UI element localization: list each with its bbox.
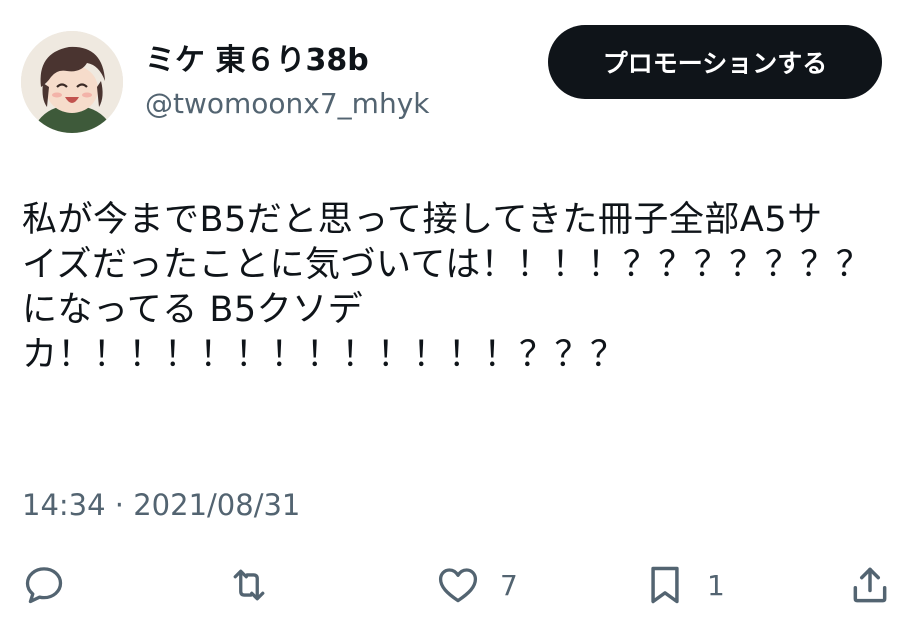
author-handle[interactable]: @twomoonx7_mhyk [145, 86, 429, 122]
author-display-name[interactable]: ミケ 東６り38b [145, 42, 369, 80]
heart-icon [438, 568, 478, 603]
tweet-text: 私が今までB5だと思って接してきた冊子全部A5サ イズだったことに気づいては！！… [22, 198, 902, 378]
tweet-text-line: になってる B5クソデ [22, 290, 364, 330]
tweet-text-line: 私が今までB5だと思って接してきた冊子全部A5サ [22, 200, 823, 240]
promote-button[interactable]: プロモーションする [548, 25, 882, 99]
like-button[interactable]: 7 [436, 562, 518, 608]
tweet-text-line: イズだったことに気づいては！！！！？？？？？？？ [22, 245, 872, 285]
share-button[interactable] [848, 562, 892, 608]
retweet-icon [233, 569, 265, 601]
share-icon [853, 567, 887, 603]
avatar-image [21, 31, 123, 133]
tweet-text-line: カ！！！！！！！！！！！！！？？？ [22, 335, 626, 375]
bookmark-button[interactable]: 1 [643, 562, 725, 608]
bookmark-icon [651, 566, 679, 604]
retweet-button[interactable] [227, 562, 271, 608]
promote-button-label: プロモーションする [602, 49, 828, 78]
reply-button[interactable] [22, 562, 66, 608]
avatar[interactable] [21, 31, 123, 133]
tweet-timestamp[interactable]: 14:34 · 2021/08/31 [22, 487, 300, 523]
like-count: 7 [500, 568, 518, 602]
reply-icon [25, 567, 63, 604]
bookmark-count: 1 [707, 568, 725, 602]
